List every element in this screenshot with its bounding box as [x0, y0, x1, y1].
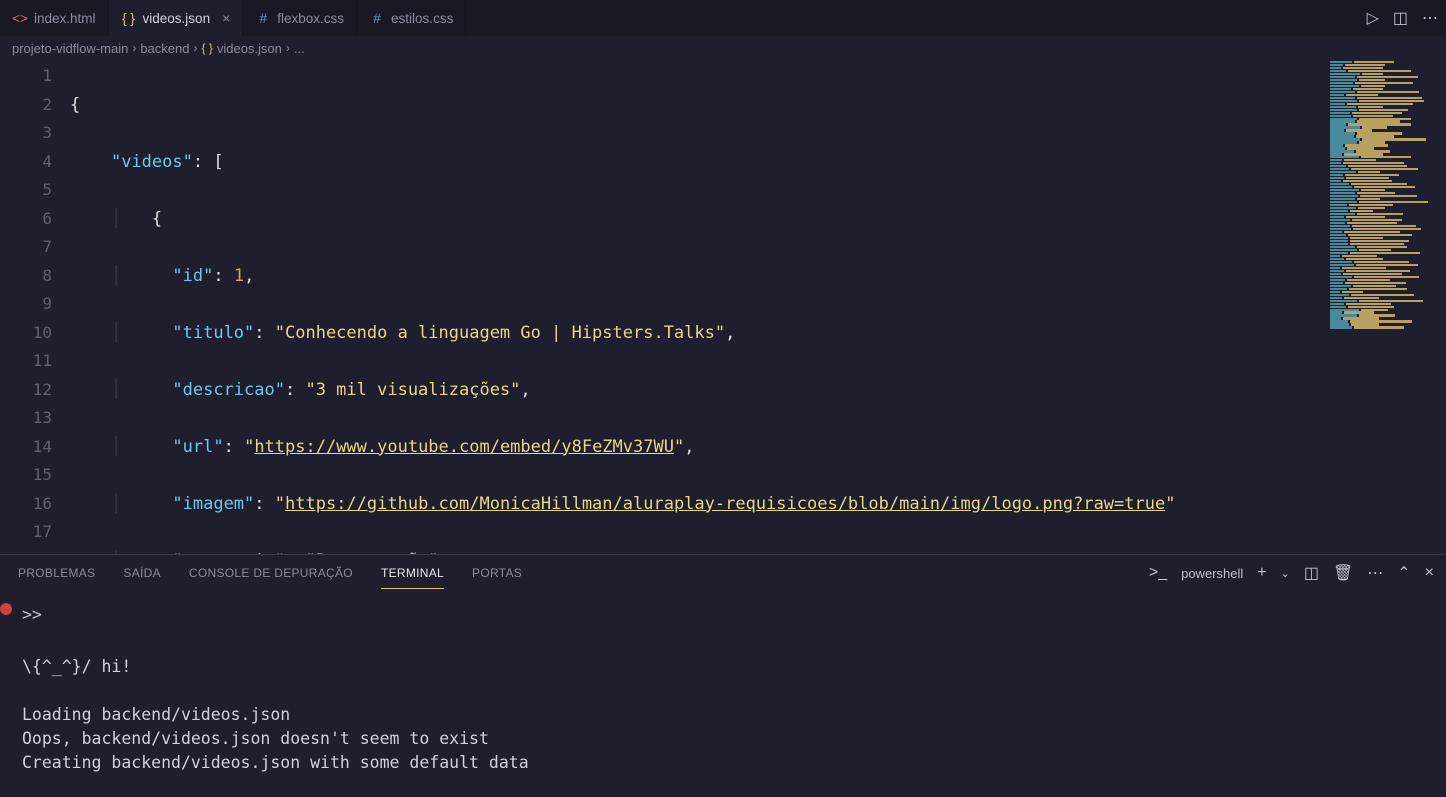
- panel-tab-problems[interactable]: PROBLEMAS: [18, 566, 95, 580]
- editor-body: 1 2 3 4 5 6 7 8 9 10 11 12 13 14 15 16 1…: [0, 60, 1446, 554]
- panel-tab-terminal[interactable]: TERMINAL: [381, 566, 444, 589]
- split-terminal-icon[interactable]: ◫: [1304, 563, 1319, 583]
- tab-label: estilos.css: [391, 11, 453, 26]
- terminal-output[interactable]: >> \{^_^}/ hi! Loading backend/videos.js…: [0, 591, 1446, 787]
- minimap[interactable]: // generate abstract minimap blocks docu…: [1326, 60, 1446, 554]
- breadcrumb-part[interactable]: backend: [140, 41, 189, 56]
- json-icon: { }: [201, 41, 212, 55]
- terminal-line: \{^_^}/ hi!: [22, 655, 1424, 679]
- editor-actions: ▷ ◫ ⋯: [1367, 8, 1438, 28]
- close-panel-icon[interactable]: ×: [1425, 564, 1434, 582]
- tab-flexbox-css[interactable]: # flexbox.css: [243, 0, 357, 36]
- html-icon: <>: [12, 10, 28, 26]
- terminal-line: Oops, backend/videos.json doesn't seem t…: [22, 727, 1424, 751]
- css-icon: #: [255, 10, 271, 26]
- breadcrumb-part[interactable]: projeto-vidflow-main: [12, 41, 128, 56]
- terminal-line: Loading backend/videos.json: [22, 703, 1424, 727]
- chevron-up-icon[interactable]: ⌃: [1397, 563, 1410, 583]
- terminal-profile-label[interactable]: powershell: [1181, 566, 1243, 581]
- breadcrumb[interactable]: projeto-vidflow-main › backend › { } vid…: [0, 36, 1446, 60]
- split-editor-icon[interactable]: ◫: [1393, 8, 1408, 28]
- tab-videos-json[interactable]: { } videos.json ×: [109, 0, 244, 36]
- terminal-icon: >_: [1149, 564, 1167, 582]
- more-icon[interactable]: ⋯: [1367, 563, 1383, 583]
- panel-tab-debug-console[interactable]: CONSOLE DE DEPURAÇÃO: [189, 566, 353, 580]
- chevron-down-icon[interactable]: ⌄: [1281, 567, 1290, 580]
- panel-tab-output[interactable]: SAÍDA: [123, 566, 161, 580]
- panel-tabs: PROBLEMAS SAÍDA CONSOLE DE DEPURAÇÃO TER…: [0, 555, 1446, 591]
- chevron-right-icon: ›: [286, 41, 290, 55]
- tab-label: index.html: [34, 11, 96, 26]
- tab-index-html[interactable]: <> index.html: [0, 0, 109, 36]
- chevron-right-icon: ›: [132, 41, 136, 55]
- css-icon: #: [369, 10, 385, 26]
- breadcrumb-part[interactable]: videos.json: [217, 41, 282, 56]
- new-terminal-icon[interactable]: +: [1257, 564, 1266, 582]
- tab-label: flexbox.css: [277, 11, 344, 26]
- json-icon: { }: [121, 10, 137, 26]
- tab-estilos-css[interactable]: # estilos.css: [357, 0, 466, 36]
- trash-icon[interactable]: 🗑: [1333, 563, 1353, 583]
- error-marker-icon: [0, 603, 12, 615]
- bottom-panel: PROBLEMAS SAÍDA CONSOLE DE DEPURAÇÃO TER…: [0, 554, 1446, 797]
- line-number-gutter: 1 2 3 4 5 6 7 8 9 10 11 12 13 14 15 16 1…: [0, 60, 70, 554]
- breadcrumb-part[interactable]: ...: [294, 41, 305, 56]
- terminal-line: Creating backend/videos.json with some d…: [22, 751, 1424, 775]
- editor-tabs-bar: <> index.html { } videos.json × # flexbo…: [0, 0, 1446, 36]
- panel-actions: >_ powershell + ⌄ ◫ 🗑 ⋯ ⌃ ×: [1149, 563, 1434, 583]
- terminal-prompt: >>: [22, 605, 42, 624]
- code-editor[interactable]: { "videos": [ │ { │ "id": 1, │ "titulo":…: [70, 60, 1446, 554]
- tab-label: videos.json: [143, 11, 211, 26]
- more-icon[interactable]: ⋯: [1422, 8, 1438, 28]
- close-icon[interactable]: ×: [222, 10, 230, 26]
- chevron-right-icon: ›: [193, 41, 197, 55]
- run-icon[interactable]: ▷: [1367, 8, 1379, 28]
- panel-tab-ports[interactable]: PORTAS: [472, 566, 522, 580]
